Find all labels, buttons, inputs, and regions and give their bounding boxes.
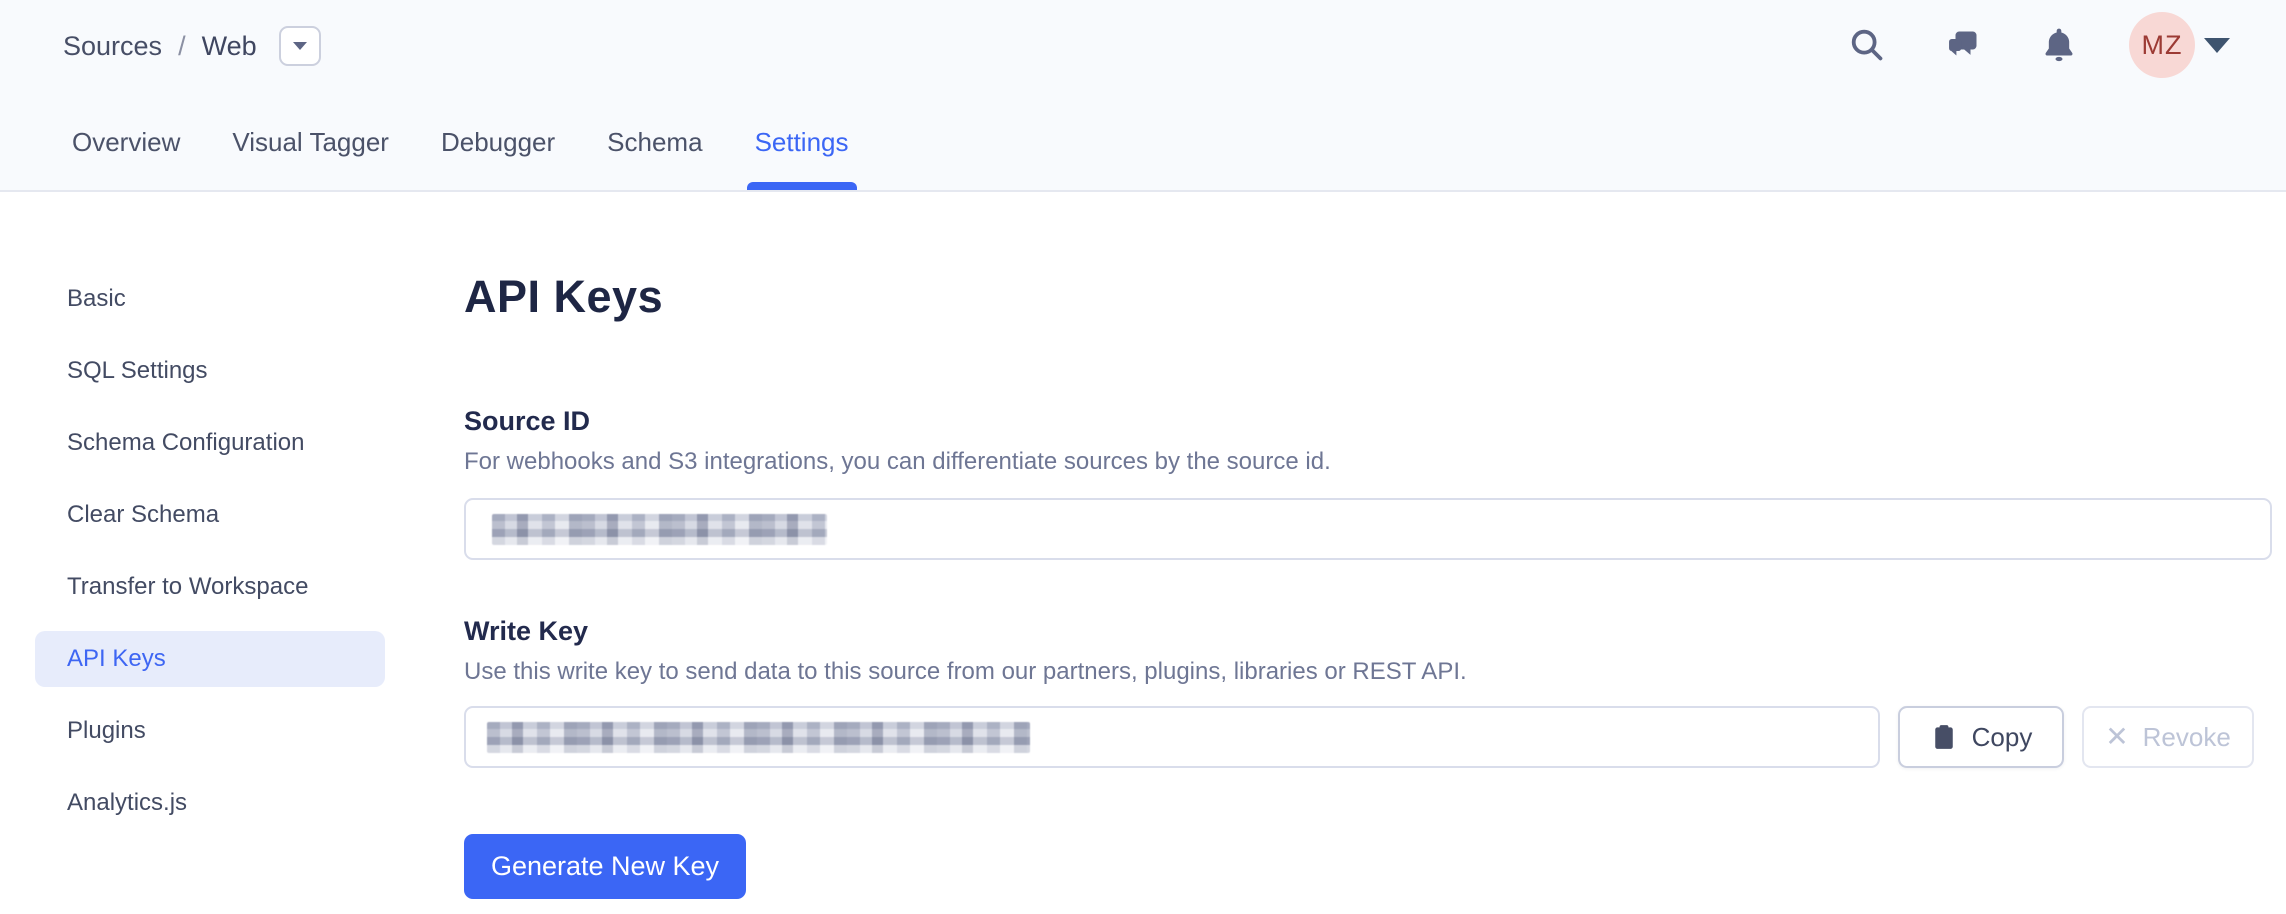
sidebar-item-clear-schema[interactable]: Clear Schema bbox=[35, 487, 385, 543]
tab-overview[interactable]: Overview bbox=[72, 127, 180, 190]
write-key-redacted-value bbox=[487, 722, 1030, 753]
chat-bubbles-icon bbox=[1945, 27, 1981, 63]
sidebar-item-basic[interactable]: Basic bbox=[35, 271, 385, 327]
source-id-input[interactable] bbox=[464, 498, 2272, 560]
generate-new-key-button[interactable]: Generate New Key bbox=[464, 834, 746, 899]
sidebar-item-transfer-to-workspace[interactable]: Transfer to Workspace bbox=[35, 559, 385, 615]
write-key-row: Copy ✕ Revoke bbox=[464, 706, 2272, 768]
tab-debugger[interactable]: Debugger bbox=[441, 127, 555, 190]
app-header: Sources / Web bbox=[0, 0, 2286, 192]
settings-sidebar: Basic SQL Settings Schema Configuration … bbox=[35, 271, 385, 847]
notifications-button[interactable] bbox=[2037, 23, 2081, 67]
tab-settings[interactable]: Settings bbox=[755, 127, 849, 190]
bell-icon bbox=[2039, 25, 2079, 65]
write-key-description: Use this write key to send data to this … bbox=[464, 658, 2272, 686]
sidebar-item-sql-settings[interactable]: SQL Settings bbox=[35, 343, 385, 399]
header-actions: MZ bbox=[0, 0, 2286, 90]
source-id-label: Source ID bbox=[464, 406, 2272, 436]
api-keys-panel: API Keys Source ID For webhooks and S3 i… bbox=[464, 192, 2272, 899]
copy-button[interactable]: Copy bbox=[1898, 706, 2064, 768]
sidebar-item-analytics-js[interactable]: Analytics.js bbox=[35, 775, 385, 831]
search-icon bbox=[1848, 26, 1886, 64]
avatar-initials: MZ bbox=[2142, 30, 2183, 61]
clipboard-icon bbox=[1930, 723, 1958, 751]
search-button[interactable] bbox=[1845, 23, 1889, 67]
write-key-label: Write Key bbox=[464, 616, 2272, 646]
x-icon: ✕ bbox=[2105, 723, 2128, 751]
account-menu-chevron-down-icon[interactable] bbox=[2204, 38, 2230, 53]
copy-button-label: Copy bbox=[1972, 722, 2033, 753]
source-settings-page: Sources / Web bbox=[0, 0, 2286, 914]
revoke-button[interactable]: ✕ Revoke bbox=[2082, 706, 2254, 768]
tab-schema[interactable]: Schema bbox=[607, 127, 702, 190]
active-tab-underline bbox=[747, 182, 857, 190]
revoke-button-label: Revoke bbox=[2143, 722, 2231, 753]
write-key-input[interactable] bbox=[464, 706, 1880, 768]
sidebar-item-schema-configuration[interactable]: Schema Configuration bbox=[35, 415, 385, 471]
messages-button[interactable] bbox=[1941, 23, 1985, 67]
source-id-description: For webhooks and S3 integrations, you ca… bbox=[464, 448, 2272, 476]
avatar[interactable]: MZ bbox=[2129, 12, 2195, 78]
generate-new-key-label: Generate New Key bbox=[491, 851, 719, 882]
source-tabs: Overview Visual Tagger Debugger Schema S… bbox=[72, 127, 849, 190]
tab-visual-tagger[interactable]: Visual Tagger bbox=[232, 127, 389, 190]
page-title: API Keys bbox=[464, 272, 2272, 322]
source-id-redacted-value bbox=[492, 514, 827, 545]
sidebar-item-api-keys[interactable]: API Keys bbox=[35, 631, 385, 687]
sidebar-item-plugins[interactable]: Plugins bbox=[35, 703, 385, 759]
